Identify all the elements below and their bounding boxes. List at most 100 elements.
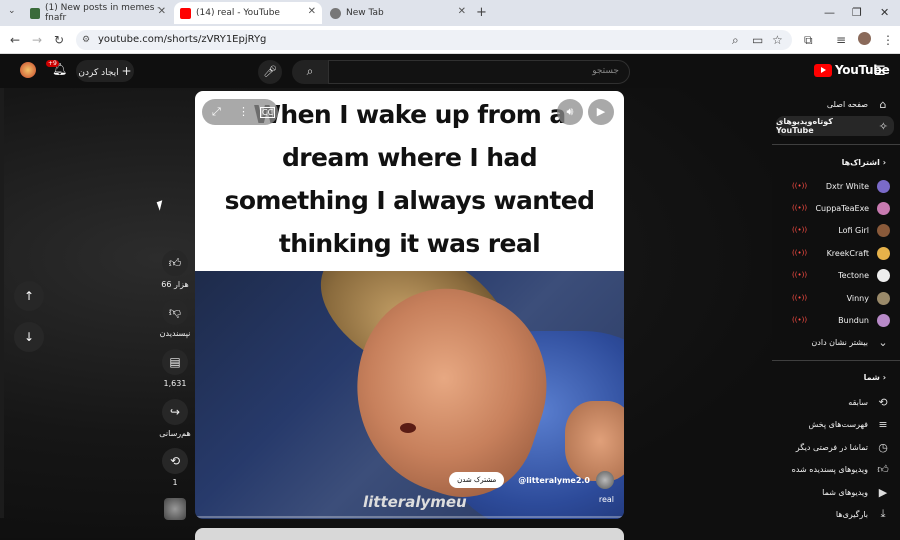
hand-shape <box>565 401 624 481</box>
live-icon: ((•)) <box>792 182 808 190</box>
dislike-action[interactable]: 👎︎ نپسندیدن <box>160 299 190 338</box>
menu-dots-icon[interactable]: ⋮ <box>882 33 894 47</box>
channel-avatar <box>877 268 890 282</box>
sidebar-item-subscription[interactable]: ((•)) Lofi Girl <box>778 220 890 240</box>
channel-name[interactable]: @litteralyme2.0 <box>518 476 590 485</box>
sidebar-item-history[interactable]: سابقه ⟲ <box>778 392 890 412</box>
close-window-icon[interactable]: ✕ <box>880 6 889 19</box>
sidebar-item-subscription[interactable]: ((•)) KreekCraft <box>778 243 890 263</box>
progress-bar[interactable] <box>195 516 624 518</box>
volume-button[interactable]: 🔊︎ <box>557 99 583 125</box>
divider <box>772 144 900 145</box>
thumbs-up-icon[interactable]: 👍︎ <box>162 250 188 276</box>
scrollbar[interactable] <box>0 88 4 518</box>
plus-icon: + <box>121 64 132 78</box>
fullscreen-icon[interactable]: ⤢ <box>212 105 221 119</box>
url-text: youtube.com/shorts/zVRY1EpjRYg <box>98 34 267 45</box>
shorts-player[interactable]: When I wake up from a dream where I had … <box>195 91 624 519</box>
share-action[interactable]: ↪ هم‌رسانی <box>159 399 191 438</box>
maximize-icon[interactable]: ❐ <box>852 6 862 19</box>
like-action[interactable]: 👍︎ 66 هزار <box>161 250 189 289</box>
thumbs-down-icon[interactable]: 👎︎ <box>162 299 188 325</box>
play-button[interactable]: ▶ <box>588 99 614 125</box>
zoom-icon[interactable]: ⌕ <box>732 33 739 48</box>
remix-action[interactable]: ⟲ 1 <box>162 448 188 487</box>
sidebar-item-subscription[interactable]: ((•)) CuppaTeaExe <box>778 198 890 218</box>
playlist-icon: ≡ <box>878 417 888 431</box>
channel-avatar <box>877 291 890 305</box>
tab-list-icon[interactable]: ⌄ <box>8 6 16 16</box>
download-icon: ⤓ <box>880 507 886 520</box>
close-tab-icon[interactable]: ✕ <box>458 6 466 17</box>
reload-icon[interactable]: ↻ <box>54 33 64 47</box>
sidebar-label: بارگیری‌ها <box>835 509 868 519</box>
sidebar-item-home[interactable]: صفحه اصلی ⌂ <box>778 94 890 114</box>
extensions-icon[interactable]: ⧉ <box>804 33 813 48</box>
captions-icon[interactable]: CC <box>260 107 276 118</box>
sidebar-item-liked[interactable]: ویدیوهای پسندیده شده 👍︎ <box>778 459 890 479</box>
show-more-button[interactable]: بیشتر نشان دادن ⌄ <box>778 332 890 352</box>
sidebar-item-downloads[interactable]: بارگیری‌ها ⤓ <box>778 504 890 524</box>
history-icon: ⟲ <box>878 395 888 409</box>
comment-icon[interactable]: ▤ <box>162 349 188 375</box>
tab-new[interactable]: New Tab ✕ <box>324 2 472 24</box>
minimize-icon[interactable]: — <box>824 6 835 19</box>
url-field[interactable]: ⚙ youtube.com/shorts/zVRY1EpjRYg <box>76 30 792 50</box>
video-title[interactable]: real <box>599 495 614 504</box>
create-label: ایجاد کردن <box>78 68 119 78</box>
youtube-favicon-icon <box>180 7 191 19</box>
live-icon: ((•)) <box>792 316 808 324</box>
live-icon: ((•)) <box>792 226 808 234</box>
arrow-down-icon: ↓ <box>23 330 35 344</box>
sound-thumbnail[interactable] <box>164 498 186 520</box>
voice-search-button[interactable]: 🎤︎ <box>258 60 282 84</box>
profile-avatar[interactable] <box>858 32 871 45</box>
sidebar-label: Bundun <box>838 315 869 325</box>
mic-icon: 🎤︎ <box>263 65 277 78</box>
previous-short-button[interactable]: ↑ <box>14 281 44 311</box>
sidebar-item-watch-later[interactable]: تماشا در فرصتی دیگر ◷ <box>778 437 890 457</box>
sidebar-item-your-videos[interactable]: ویدیوهای شما ▶ <box>778 482 890 502</box>
you-header[interactable]: شما › <box>864 373 886 382</box>
more-options-icon[interactable]: ⋮ <box>238 105 249 118</box>
cast-icon[interactable]: ▭ <box>752 33 763 47</box>
create-button[interactable]: ایجاد کردن + <box>76 60 134 82</box>
site-info-icon[interactable]: ⚙ <box>82 30 90 50</box>
sidebar-label: ویدیوهای شما <box>822 487 868 497</box>
subscriptions-header[interactable]: اشتراک‌ها › <box>842 158 886 167</box>
sidebar-item-shorts[interactable]: کوتاه‌ویدیوهای YouTube ✧ <box>776 116 894 136</box>
caption-line: dream where I had <box>281 143 538 172</box>
sidebar-item-subscription[interactable]: ((•)) Tectone <box>778 265 890 285</box>
tab-memes[interactable]: (1) New posts in memes - fnafr ✕ <box>24 2 172 24</box>
comments-action[interactable]: ▤ 1,631 <box>162 349 188 388</box>
channel-avatar <box>877 179 890 193</box>
new-tab-icon[interactable]: + <box>476 5 487 20</box>
next-short-button[interactable]: ↓ <box>14 322 44 352</box>
forward-icon[interactable]: → <box>32 33 42 47</box>
back-icon[interactable]: ← <box>10 33 20 47</box>
channel-avatar <box>877 246 890 260</box>
sidebar-item-playlists[interactable]: فهرست‌های پخش ≡ <box>778 414 890 434</box>
bookmark-star-icon[interactable]: ☆ <box>772 33 783 47</box>
hamburger-menu-icon[interactable]: ☰ <box>874 64 886 79</box>
like-count: 66 هزار <box>161 280 189 289</box>
channel-avatar[interactable] <box>596 471 614 489</box>
media-controls-icon[interactable]: ≡ <box>836 33 846 47</box>
search-placeholder: جستجو <box>592 66 619 76</box>
close-tab-icon[interactable]: ✕ <box>158 6 166 17</box>
clock-icon: ◷ <box>878 440 888 454</box>
tab-youtube[interactable]: (14) real - YouTube ✕ <box>174 2 322 24</box>
close-tab-icon[interactable]: ✕ <box>308 6 316 17</box>
share-icon[interactable]: ↪ <box>162 399 188 425</box>
mouth-shape <box>400 423 416 433</box>
search-button[interactable]: ⌕ <box>292 60 328 84</box>
subscribe-button[interactable]: مشترک شدن <box>449 472 505 488</box>
search-input[interactable]: جستجو <box>328 60 630 84</box>
sidebar-item-subscription[interactable]: ((•)) Dxtr White <box>778 176 890 196</box>
sidebar-item-subscription[interactable]: ((•)) Vinny <box>778 288 890 308</box>
channel-avatar <box>877 201 890 215</box>
remix-icon[interactable]: ⟲ <box>162 448 188 474</box>
sidebar-item-subscription[interactable]: ((•)) Bundun <box>778 310 890 330</box>
account-avatar[interactable] <box>20 62 36 78</box>
sidebar: صفحه اصلی ⌂ کوتاه‌ویدیوهای YouTube ✧ اشت… <box>772 88 900 538</box>
